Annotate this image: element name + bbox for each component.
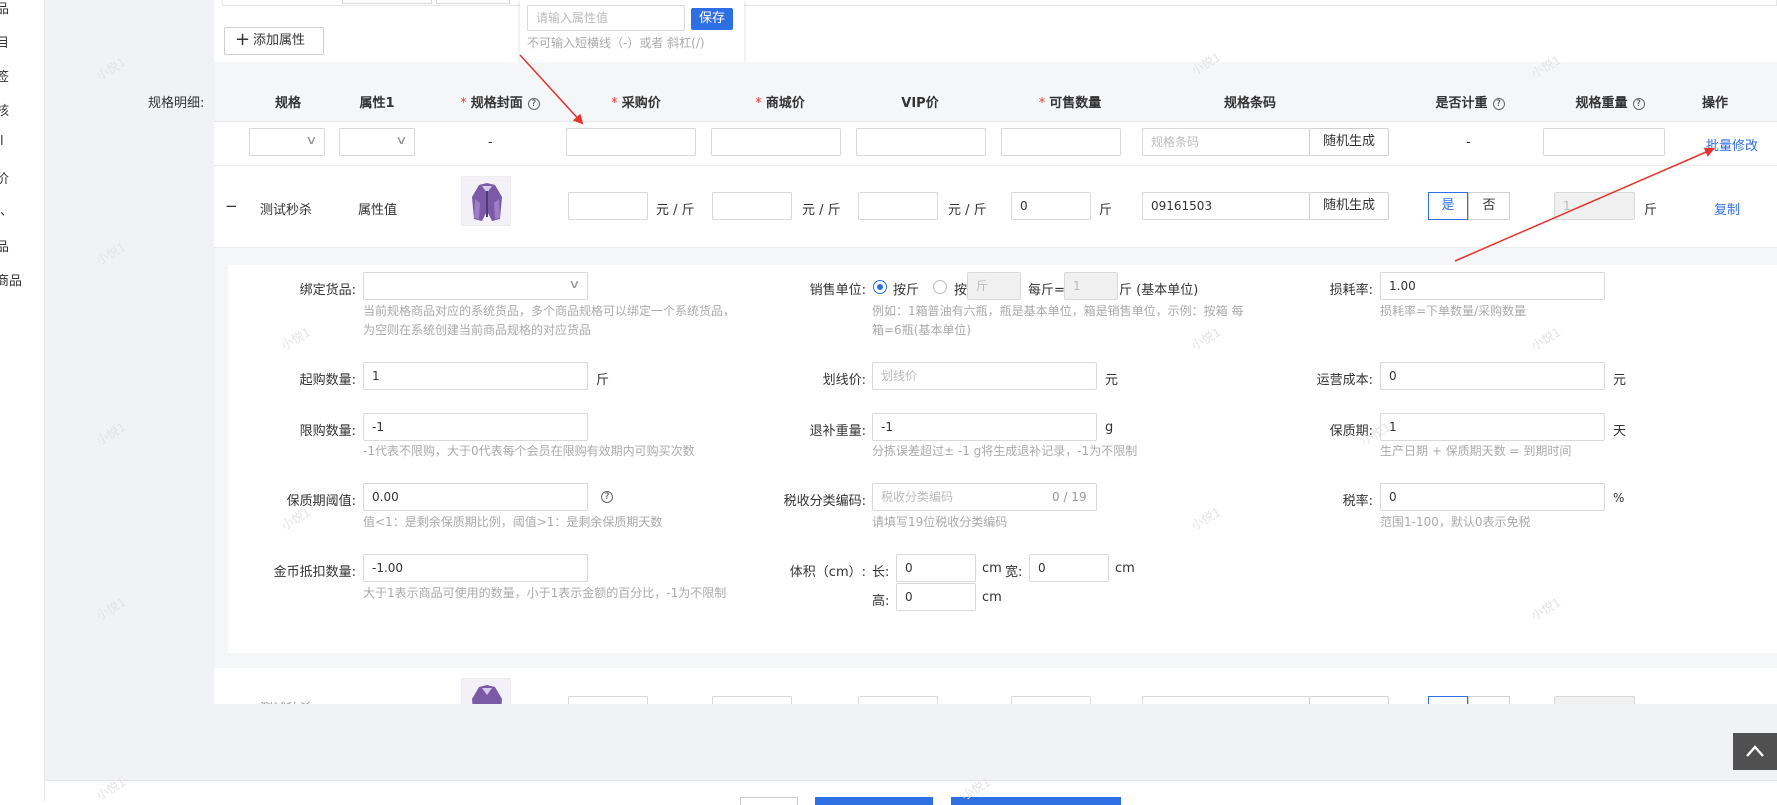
annotation-arrow [519,54,584,125]
annotation-arrow [1454,147,1715,262]
annotation-arrows [519,54,1715,262]
